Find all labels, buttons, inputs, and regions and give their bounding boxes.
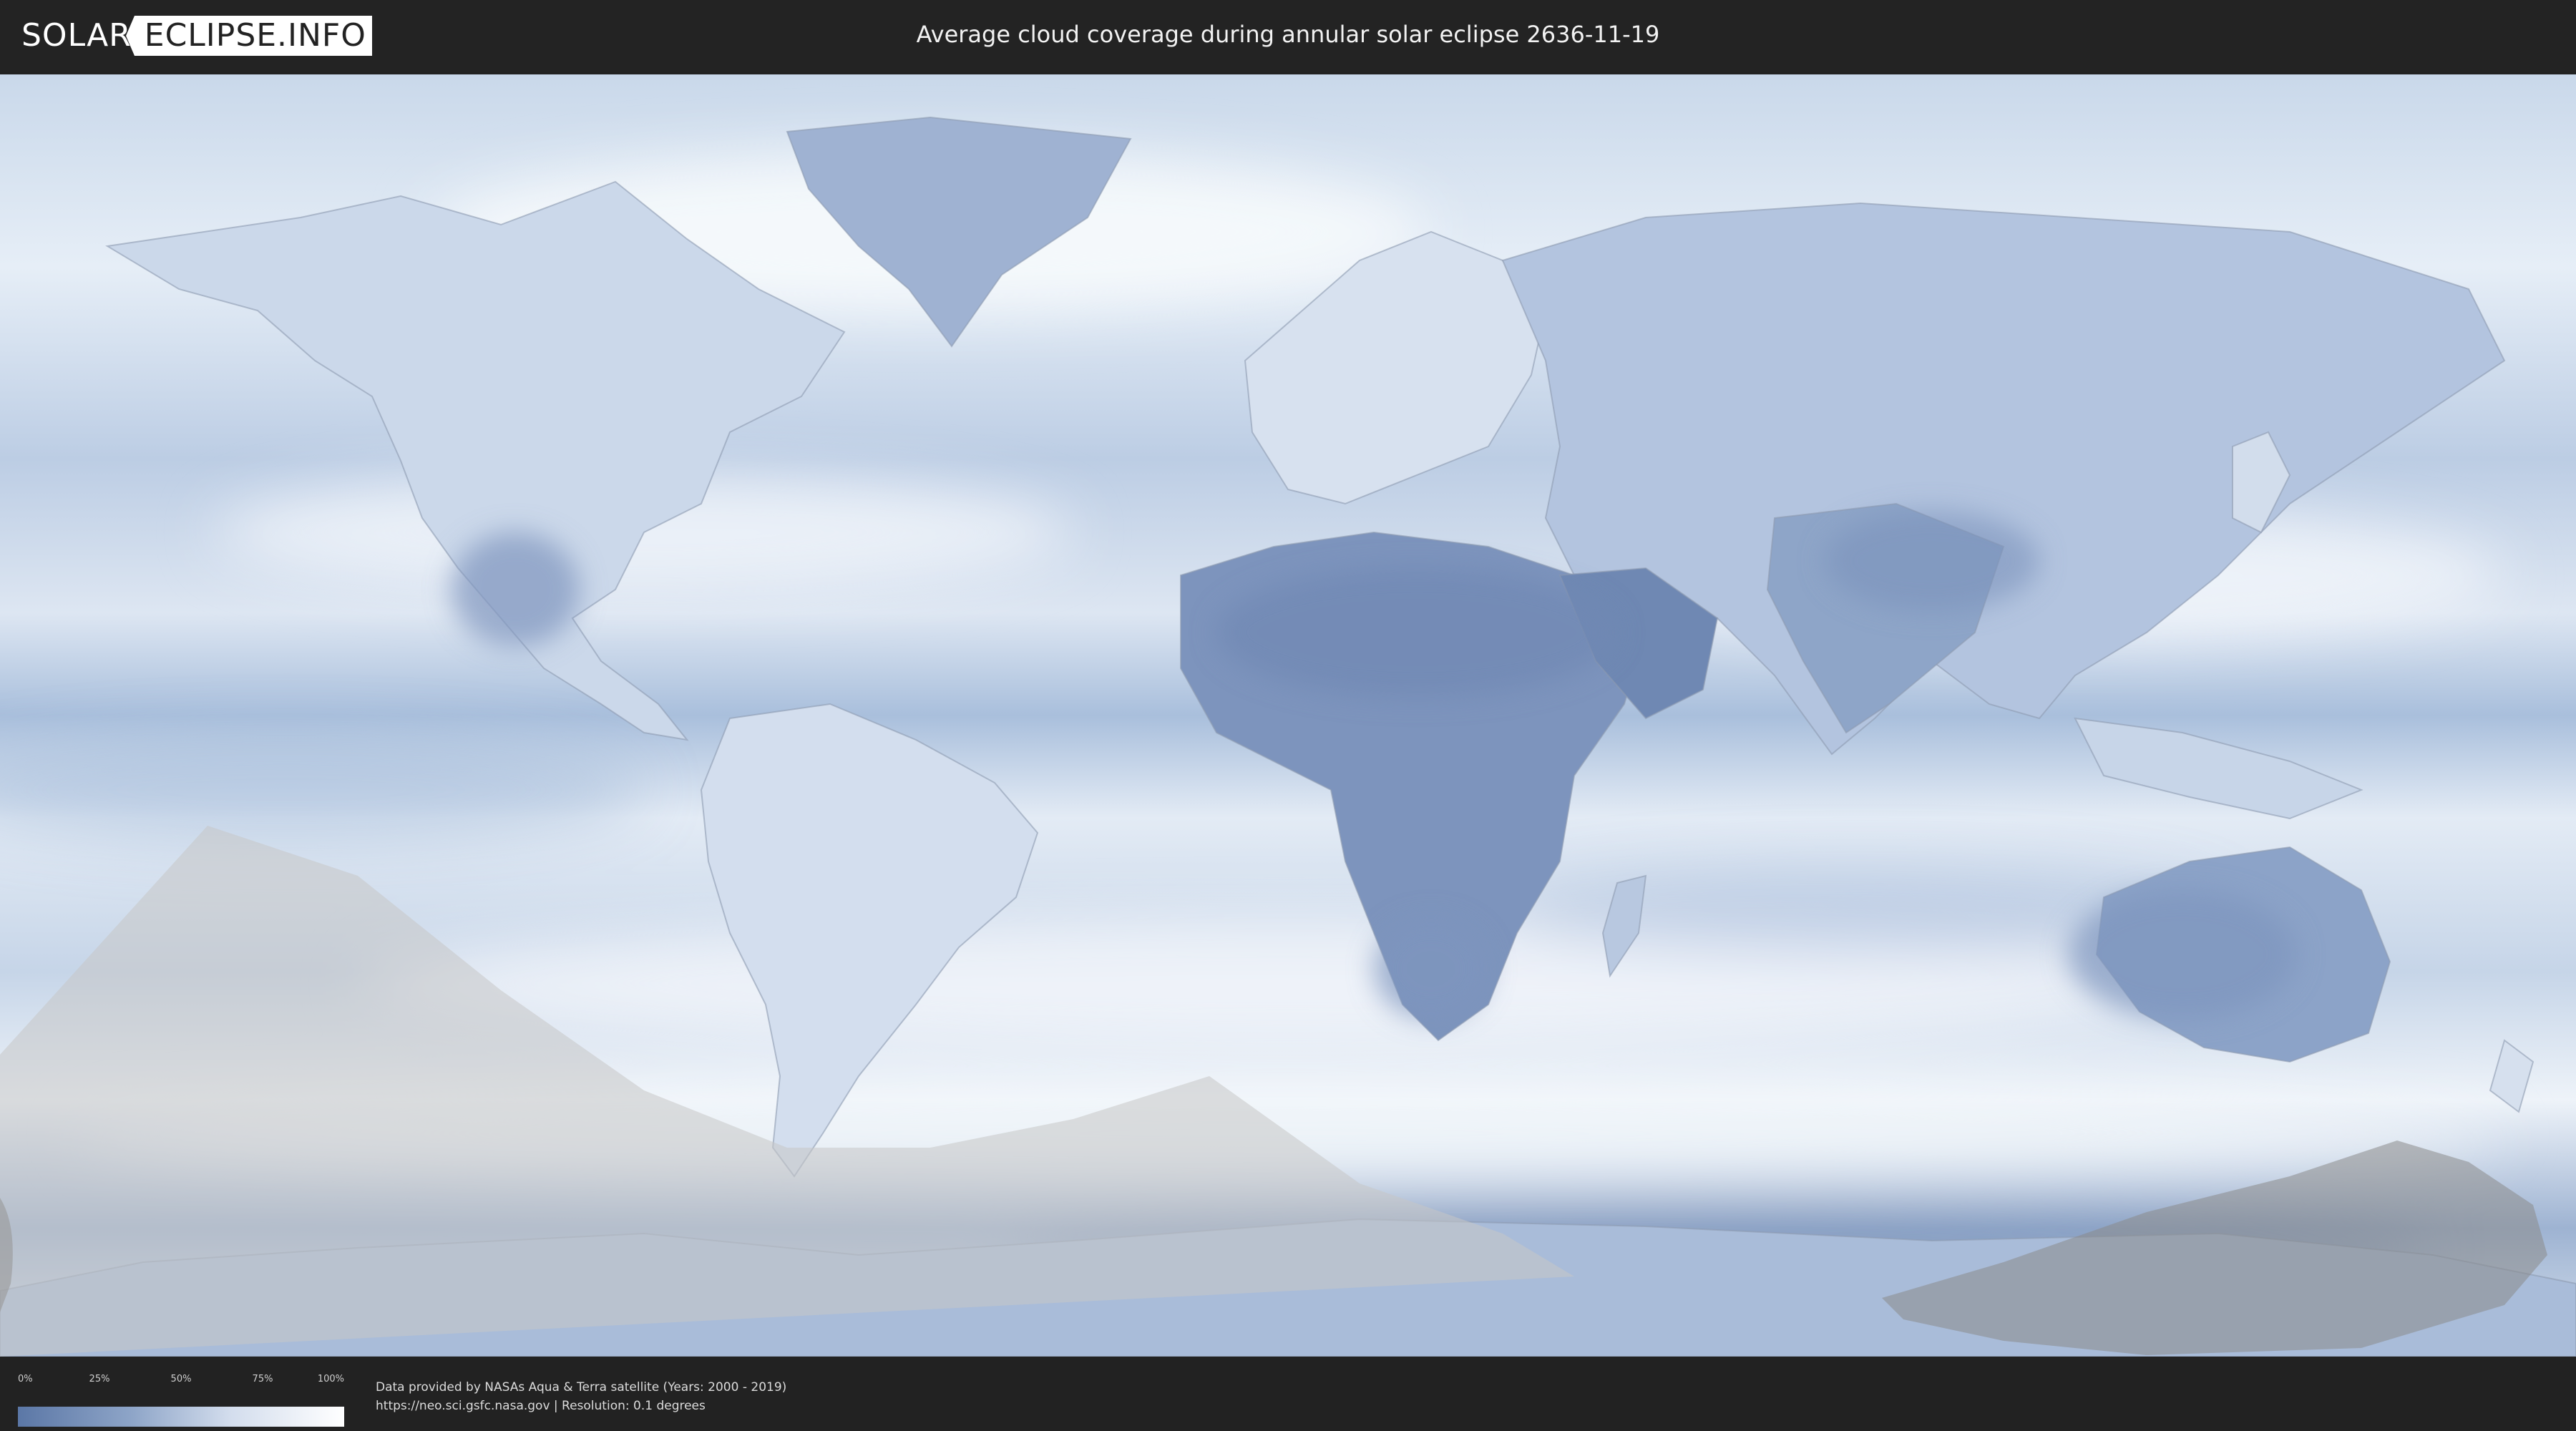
header-bar: SOLAR ECLIPSE.INFO Average cloud coverag…: [0, 0, 2576, 72]
legend-color-bar: [18, 1407, 344, 1427]
page-title: Average cloud coverage during annular so…: [916, 21, 1660, 48]
credits-line-source: Data provided by NASAs Aqua & Terra sate…: [376, 1380, 787, 1395]
footer-bar: 0% 25% 50% 75% 100% Data provided by NAS…: [0, 1357, 2576, 1431]
legend-tick-25: 25%: [89, 1374, 110, 1384]
legend-tick-75: 75%: [252, 1374, 273, 1384]
cloud-coverage-map[interactable]: [0, 74, 2576, 1357]
legend-tick-0: 0%: [18, 1374, 33, 1384]
data-credits: Data provided by NASAs Aqua & Terra sate…: [376, 1378, 786, 1415]
map-canvas: [0, 74, 2576, 1357]
legend-tick-100: 100%: [317, 1374, 344, 1384]
page: SOLAR ECLIPSE.INFO Average cloud coverag…: [0, 0, 2576, 1431]
legend-tick-50: 50%: [170, 1374, 192, 1384]
credits-line-url: https://neo.sci.gsfc.nasa.gov | Resoluti…: [376, 1399, 706, 1413]
